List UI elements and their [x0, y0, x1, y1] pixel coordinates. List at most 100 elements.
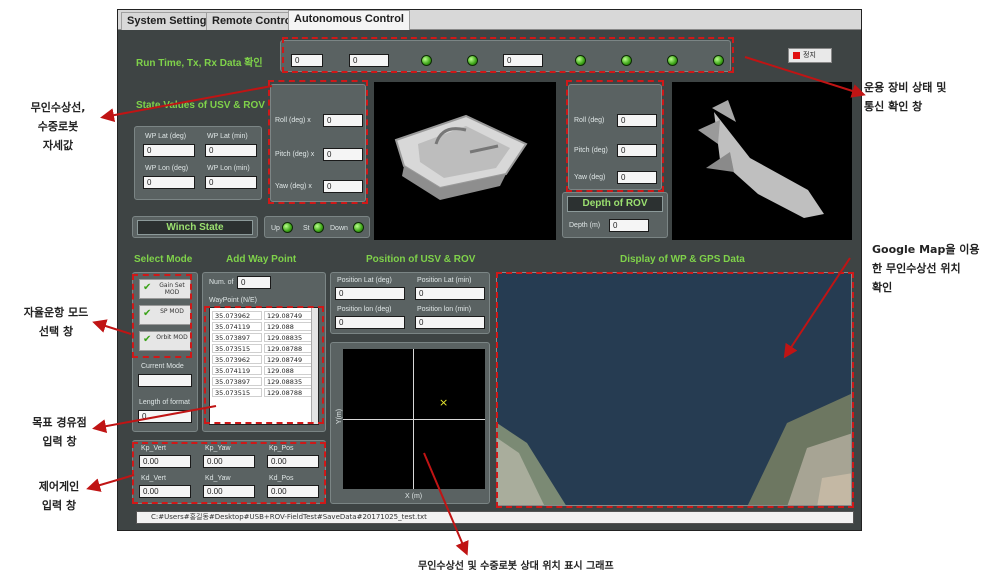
graph-x-label: X (m) [405, 493, 423, 500]
anno-line: 한 무인수상선 위치 [872, 262, 961, 275]
waypoint-lat-cell[interactable]: 35.073515 [212, 388, 262, 397]
current-mode-label: Current Mode [141, 363, 184, 370]
waypoint-lon-cell[interactable]: 129.08788 [264, 388, 312, 397]
waypoint-count-field[interactable]: 0 [237, 276, 271, 289]
gain-kd-yaw-field[interactable]: 0.00 [203, 485, 255, 498]
anno-mode-select: 자율운항 모드 선택 창 [6, 303, 106, 341]
waypoint-lat-cell[interactable]: 35.073962 [212, 311, 262, 320]
gain-kd-yaw-label: Kd_Yaw [205, 475, 231, 482]
orbit-mode-button[interactable]: ✔ Orbit MOD [139, 331, 191, 351]
waypoint-list[interactable]: 35.073962 129.08749 35.074119 129.088 35.073… [209, 307, 319, 425]
anno-gain-input: 제어게인 입력 창 [14, 477, 104, 515]
stop-label: 정지 [803, 51, 816, 59]
pos-lon-min-field[interactable]: 0 [415, 316, 485, 329]
gain-set-mode-label: Gain Set MOD [159, 282, 185, 296]
gain-kp-yaw-label: Kp_Yaw [205, 445, 231, 452]
depth-field[interactable]: 0 [609, 219, 649, 232]
waypoint-lat-cell[interactable]: 35.073515 [212, 344, 262, 353]
pos-lat-min-label: Position Lat (min) [417, 277, 472, 284]
winch-state-title: Winch State [137, 220, 253, 235]
file-path-bar[interactable]: C:#Users#홍길동#Desktop#USB+ROV-FieldTest#S… [136, 511, 854, 524]
gain-kd-vert-label: Kd_Vert [141, 475, 166, 482]
stop-icon [793, 52, 800, 59]
usv-yaw-label: Yaw (deg) x [275, 183, 312, 190]
waypoint-lat-cell[interactable]: 35.074119 [212, 366, 262, 375]
rov-yaw-field[interactable]: 0 [617, 171, 657, 184]
rov-roll-label: Roll (deg) [574, 117, 605, 124]
usv-roll-field[interactable]: 0 [323, 114, 363, 127]
waypoint-lon-cell[interactable]: 129.08749 [264, 311, 312, 320]
tab-remote-control[interactable]: Remote Control [206, 12, 301, 30]
waypoint-panel: Num. of 0 WayPoint (N/E) 35.073962 129.08… [202, 272, 326, 432]
sp-mode-label: SP MOD [160, 308, 184, 315]
usv-pitch-field[interactable]: 0 [323, 148, 363, 161]
pos-lat-deg-field[interactable]: 0 [335, 287, 405, 300]
wp-lon-min-label: WP Lon (min) [207, 165, 250, 172]
list-scrollbar[interactable] [311, 308, 318, 424]
waypoint-lon-cell[interactable]: 129.08835 [264, 377, 312, 386]
position-panel: Position Lat (deg) 0 Position Lat (min) … [330, 272, 490, 334]
select-mode-panel: ✔ Gain Set MOD ✔ SP MOD ✔ Orbit MOD Curr… [132, 272, 198, 432]
tab-autonomous-control[interactable]: Autonomous Control [288, 10, 410, 30]
winch-stop-led [313, 222, 324, 233]
waypoint-lon-cell[interactable]: 129.088 [264, 366, 312, 375]
waypoint-lon-cell[interactable]: 129.08749 [264, 355, 312, 364]
anno-line: 자율운항 모드 [23, 306, 89, 319]
winch-down-led [353, 222, 364, 233]
tab-system-setting[interactable]: System Setting [121, 12, 213, 30]
gain-set-mode-button[interactable]: ✔ Gain Set MOD [139, 279, 191, 299]
winch-state-panel: Up St Down [264, 216, 370, 238]
sp-mode-button[interactable]: ✔ SP MOD [139, 305, 191, 325]
current-mode-field [138, 374, 192, 387]
anno-line: 목표 경유점 [32, 416, 87, 429]
gain-kp-pos-field[interactable]: 0.00 [267, 455, 319, 468]
waypoint-lon-cell[interactable]: 129.08788 [264, 344, 312, 353]
rov-pitch-label: Pitch (deg) [574, 147, 608, 154]
stop-button[interactable]: 정지 [788, 48, 832, 63]
rx-data-field[interactable]: 0 [503, 54, 543, 67]
waypoint-lon-cell[interactable]: 129.088 [264, 322, 312, 331]
usv-wp-panel: WP Lat (deg) 0 WP Lat (min) 0 WP Lon (de… [134, 126, 262, 200]
check-icon: ✔ [143, 308, 152, 319]
waypoint-lat-cell[interactable]: 35.073897 [212, 333, 262, 342]
gain-kd-vert-field[interactable]: 0.00 [139, 485, 191, 498]
gain-kp-yaw-field[interactable]: 0.00 [203, 455, 255, 468]
pos-lat-min-field[interactable]: 0 [415, 287, 485, 300]
pos-lon-deg-field[interactable]: 0 [335, 316, 405, 329]
anno-line: 수중로봇 [37, 120, 79, 133]
waypoint-lat-cell[interactable]: 35.074119 [212, 322, 262, 331]
waypoint-lat-cell[interactable]: 35.073962 [212, 355, 262, 364]
pos-lon-min-label: Position lon (min) [417, 306, 472, 313]
rov-attitude-panel: Roll (deg) 0 Pitch (deg) 0 Yaw (deg) 0 [568, 84, 662, 190]
run-time-panel: 0 0 0 [280, 40, 731, 72]
gain-kp-vert-field[interactable]: 0.00 [139, 455, 191, 468]
winch-up-led [282, 222, 293, 233]
pos-lat-deg-label: Position Lat (deg) [337, 277, 392, 284]
add-way-point-title: Add Way Point [226, 254, 297, 265]
wp-lon-min-field[interactable]: 0 [205, 176, 257, 189]
wp-lon-deg-field[interactable]: 0 [143, 176, 195, 189]
anno-position-graph: 무인수상선 및 수중로봇 상대 위치 표시 그래프 [418, 561, 614, 572]
position-title: Position of USV & ROV [366, 254, 476, 265]
length-of-format-field[interactable]: 0 [138, 410, 192, 423]
run-time-field[interactable]: 0 [291, 54, 323, 67]
tx-data-field[interactable]: 0 [349, 54, 389, 67]
depth-label: Depth (m) [569, 222, 601, 229]
waypoint-lon-cell[interactable]: 129.08835 [264, 333, 312, 342]
orbit-mode-label: Orbit MOD [156, 334, 188, 341]
rov-pitch-field[interactable]: 0 [617, 144, 657, 157]
gain-kd-pos-field[interactable]: 0.00 [267, 485, 319, 498]
wp-lat-min-field[interactable]: 0 [205, 144, 257, 157]
wp-lat-deg-label: WP Lat (deg) [145, 133, 187, 140]
usv-yaw-field[interactable]: 0 [323, 180, 363, 193]
status-led-5 [667, 55, 678, 66]
rov-roll-field[interactable]: 0 [617, 114, 657, 127]
run-time-title: Run Time, Tx, Rx Data 확인 [136, 58, 263, 69]
anno-attitude: 무인수상선, 수중로봇 자세값 [8, 98, 108, 155]
anno-line: 무인수상선, [30, 101, 86, 114]
length-of-format-label: Length of format [139, 399, 190, 406]
waypoint-lat-cell[interactable]: 35.073897 [212, 377, 262, 386]
google-map-view[interactable] [496, 272, 852, 506]
usv-attitude-panel: Roll (deg) x 0 Pitch (deg) x 0 Yaw (deg)… [270, 84, 366, 202]
wp-lat-deg-field[interactable]: 0 [143, 144, 195, 157]
